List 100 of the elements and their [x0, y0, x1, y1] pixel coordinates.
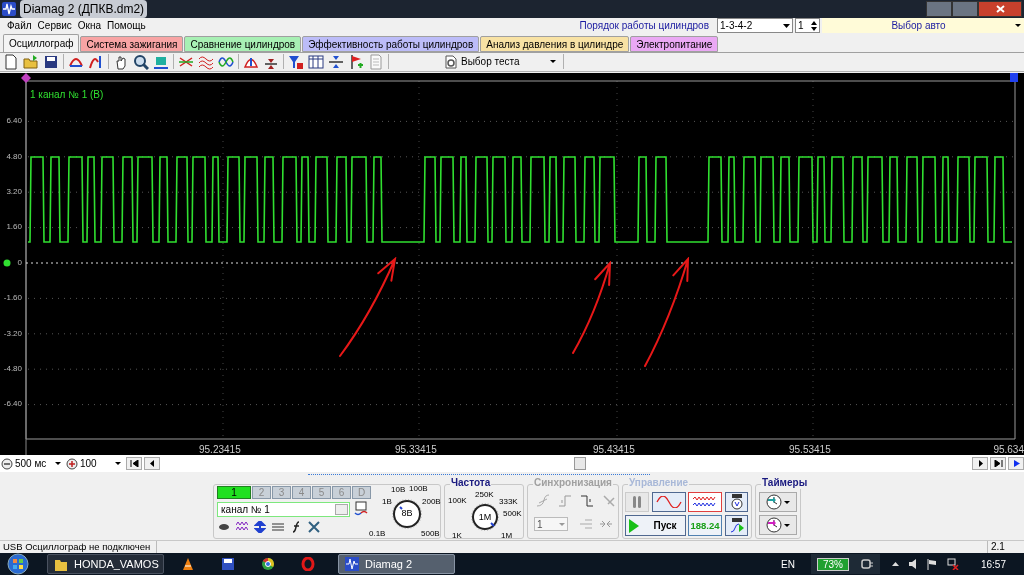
axis-label: 95.33415	[395, 443, 437, 456]
sine-mode-button[interactable]	[652, 492, 686, 513]
start-button[interactable]: Пуск	[625, 515, 686, 537]
scroll-thumb[interactable]	[574, 457, 586, 471]
cursor-marker-icon[interactable]	[21, 72, 31, 83]
new-file-icon[interactable]	[3, 53, 19, 70]
timer-button[interactable]	[759, 515, 797, 536]
auto-start-button[interactable]	[725, 515, 748, 537]
axis-label: -4.80	[3, 364, 22, 375]
zoom-icon[interactable]	[133, 53, 149, 70]
auto-gauge-icon	[729, 494, 744, 511]
cursor-marker-icon[interactable]	[1010, 72, 1018, 82]
axis-label: -6.40	[3, 399, 22, 410]
group-title: Таймеры	[761, 477, 809, 490]
combo-field[interactable]: 500 мс	[1, 456, 64, 472]
save-icon[interactable]	[43, 53, 59, 70]
trace-label: 1 канал № 1 (В)	[30, 87, 104, 102]
cylinder-order-select[interactable]: 1-3-4-2	[717, 18, 793, 34]
sine-wave-icon	[656, 496, 682, 509]
axis-label: 95.23415	[199, 443, 241, 456]
language-indicator[interactable]: EN	[781, 556, 795, 572]
menu-item[interactable]: Окна	[74, 18, 105, 34]
combo-field[interactable]: 100	[66, 456, 124, 472]
channel-level-marker-icon[interactable]	[3, 258, 11, 267]
dropdown-arrow-icon	[55, 462, 61, 466]
close-button[interactable]	[978, 1, 1022, 17]
menu-item[interactable]: Помощь	[104, 18, 149, 34]
taskbar-button[interactable]: HONDA_VAMOS	[47, 554, 164, 574]
channel-name-field[interactable]: канал № 1	[217, 502, 350, 518]
channel-button[interactable]: 1	[217, 486, 251, 500]
maximize-button[interactable]	[952, 1, 978, 17]
waves-icon[interactable]	[198, 53, 214, 70]
window-title: Diamag 2 (ДПКВ.dm2)	[20, 0, 148, 18]
close-icon	[995, 5, 1005, 13]
axis-label: 4.80	[6, 151, 22, 162]
back-button[interactable]	[144, 457, 160, 471]
tab[interactable]: Анализ давления в цилиндре	[480, 35, 630, 52]
tab[interactable]: Электропитание	[630, 35, 719, 52]
panel-splitter[interactable]	[308, 472, 650, 476]
filter-icon[interactable]	[288, 53, 304, 70]
tab[interactable]: Сравнение цилиндров	[184, 35, 302, 52]
volt-knob[interactable]	[392, 499, 422, 530]
dropdown-arrow-icon	[115, 462, 121, 466]
axis-label: 6.40	[6, 116, 22, 127]
group-title: Управление	[628, 477, 690, 490]
car-select[interactable]: Выбор авто	[822, 18, 1024, 34]
menu-item[interactable]: Файл	[4, 18, 35, 34]
spin-field[interactable]: 1	[795, 18, 820, 34]
vertical-arrows-icon[interactable]	[254, 521, 266, 534]
start-orb-icon[interactable]	[4, 553, 32, 575]
zoom-in-icon	[66, 457, 78, 470]
dropdown-arrow-icon	[559, 522, 565, 526]
falling-edge-icon[interactable]	[580, 494, 594, 509]
last-button[interactable]	[990, 457, 1006, 471]
battery-percent: 73%	[816, 557, 849, 571]
axis-label: 0	[17, 257, 22, 268]
first-button[interactable]	[126, 457, 142, 471]
pause-button[interactable]	[625, 492, 649, 513]
gear-document-icon	[444, 54, 458, 69]
skip-start-icon	[129, 460, 139, 468]
knob-value: 8В	[400, 508, 414, 519]
dropdown-arrow-icon	[784, 523, 790, 527]
hand-icon[interactable]	[113, 53, 129, 70]
cone-icon	[181, 557, 195, 571]
test-select[interactable]: Выбор теста	[441, 53, 559, 71]
play-button[interactable]	[1008, 457, 1024, 471]
lines-icon[interactable]	[272, 521, 284, 534]
app-icon	[2, 2, 16, 16]
knob-scale-label: 100K	[448, 496, 467, 506]
up-caret-icon[interactable]	[891, 562, 899, 566]
dropdown-arrow-icon	[1015, 24, 1021, 28]
left-arrow-icon	[147, 460, 157, 468]
knob-scale-label: 200В	[422, 497, 441, 507]
network-error-icon[interactable]	[946, 558, 959, 570]
table-icon[interactable]	[308, 53, 324, 70]
frequency-knob[interactable]	[471, 503, 499, 532]
monitor-arrows-icon[interactable]	[354, 501, 368, 517]
auto-volt-button[interactable]	[725, 492, 748, 513]
knob-scale-label: 100В	[409, 484, 428, 494]
tab[interactable]: Система зажигания	[80, 35, 184, 52]
clock[interactable]: 16:57	[980, 556, 1006, 572]
pause-icon	[633, 496, 641, 509]
tab[interactable]: Эффективность работы цилиндров	[302, 35, 480, 52]
minimize-button[interactable]	[926, 1, 952, 17]
dropdown-arrow-icon	[784, 500, 790, 504]
function-icon[interactable]	[290, 521, 302, 534]
save-icon	[221, 557, 235, 571]
taskbar-button[interactable]: Diamag 2	[338, 554, 455, 574]
frequency-readout: 188.24	[688, 515, 722, 537]
stopwatch-icon	[766, 494, 782, 511]
timer-button[interactable]	[759, 492, 797, 513]
sync-channel-select[interactable]: 1	[534, 517, 568, 532]
speaker-icon[interactable]	[908, 559, 917, 569]
flag-icon[interactable]	[926, 558, 937, 570]
noise-mode-button[interactable]	[688, 492, 722, 513]
split-icon[interactable]	[328, 53, 344, 70]
forward-button[interactable]	[972, 457, 988, 471]
ring-icon	[301, 557, 315, 571]
menu-item[interactable]: Сервис	[34, 18, 75, 34]
dropdown-arrow-icon	[783, 23, 790, 28]
